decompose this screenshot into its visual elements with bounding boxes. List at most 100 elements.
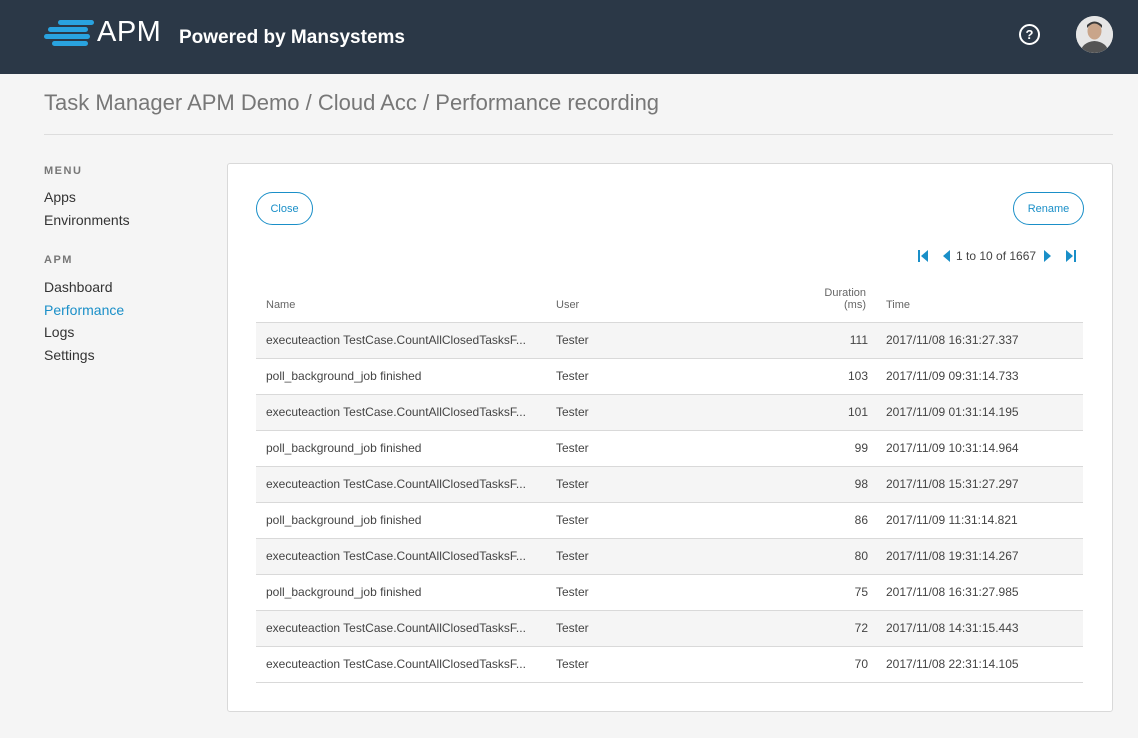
cell-duration: 80 [776, 538, 876, 575]
cell-user-text: Tester [556, 621, 589, 635]
cell-time-text: 2017/11/08 19:31:14.267 [886, 549, 1019, 563]
close-button[interactable]: Close [256, 192, 313, 225]
cell-name-text: poll_background_job finished [266, 513, 422, 527]
cell-time-text: 2017/11/08 14:31:15.443 [886, 621, 1019, 635]
cell-name: executeaction TestCase.CountAllClosedTas… [256, 322, 546, 359]
cell-name-text: executeaction TestCase.CountAllClosedTas… [266, 549, 526, 563]
last-page-icon[interactable] [1066, 250, 1077, 262]
cell-name: executeaction TestCase.CountAllClosedTas… [256, 394, 546, 431]
cell-user: Tester [546, 394, 776, 431]
sidebar-item-environments[interactable]: Environments [44, 212, 130, 228]
cell-time: 2017/11/09 10:31:14.964 [876, 430, 1083, 467]
cell-name-text: executeaction TestCase.CountAllClosedTas… [266, 621, 526, 635]
sidebar-item-logs[interactable]: Logs [44, 324, 74, 340]
user-avatar-icon [1076, 16, 1113, 53]
cell-duration-text: 80 [854, 549, 868, 563]
cell-user-text: Tester [556, 441, 589, 455]
cell-duration-text: 72 [854, 621, 868, 635]
cell-user: Tester [546, 538, 776, 575]
column-header-duration[interactable]: Duration (ms) [776, 276, 876, 323]
table-row[interactable]: poll_background_job finished Tester 86 2017… [256, 502, 1083, 539]
column-header-user[interactable]: User [546, 276, 776, 323]
cell-name: executeaction TestCase.CountAllClosedTas… [256, 610, 546, 647]
cell-user-text: Tester [556, 333, 589, 347]
cell-time: 2017/11/08 22:31:14.105 [876, 646, 1083, 683]
divider [44, 134, 1113, 135]
cell-user-text: Tester [556, 549, 589, 563]
cell-user-text: Tester [556, 513, 589, 527]
rename-button[interactable]: Rename [1013, 192, 1084, 225]
cell-name: executeaction TestCase.CountAllClosedTas… [256, 646, 546, 683]
cell-duration-text: 70 [854, 657, 868, 671]
cell-time: 2017/11/08 15:31:27.297 [876, 466, 1083, 503]
cell-name-text: poll_background_job finished [266, 369, 422, 383]
cell-time: 2017/11/08 19:31:14.267 [876, 538, 1083, 575]
column-header-time[interactable]: Time [876, 276, 1083, 323]
cell-duration: 111 [776, 322, 876, 359]
table-header-row: Name User Duration (ms) Time [256, 276, 1083, 323]
duration-header-line2: (ms) [844, 298, 866, 311]
cell-duration-text: 75 [854, 585, 868, 599]
next-page-icon[interactable] [1044, 250, 1052, 262]
cell-duration: 99 [776, 430, 876, 467]
table-body: executeaction TestCase.CountAllClosedTas… [256, 322, 1083, 683]
sidebar-item-performance[interactable]: Performance [44, 302, 124, 318]
sidebar-heading-apm: APM [44, 254, 73, 266]
cell-user-text: Tester [556, 369, 589, 383]
performance-table: Name User Duration (ms) Time executeacti… [256, 276, 1083, 683]
apm-logo-icon[interactable] [44, 18, 94, 46]
cell-duration: 103 [776, 358, 876, 395]
cell-name: poll_background_job finished [256, 502, 546, 539]
cell-user: Tester [546, 358, 776, 395]
previous-page-icon[interactable] [943, 250, 950, 262]
cell-time-text: 2017/11/08 16:31:27.985 [886, 585, 1019, 599]
cell-time: 2017/11/08 16:31:27.337 [876, 322, 1083, 359]
cell-duration-text: 99 [854, 441, 868, 455]
sidebar-item-settings[interactable]: Settings [44, 347, 95, 363]
table-row[interactable]: executeaction TestCase.CountAllClosedTas… [256, 610, 1083, 647]
cell-duration: 101 [776, 394, 876, 431]
table-row[interactable]: executeaction TestCase.CountAllClosedTas… [256, 646, 1083, 683]
cell-user: Tester [546, 322, 776, 359]
column-header-name[interactable]: Name [256, 276, 546, 323]
help-icon[interactable]: ? [1019, 24, 1040, 45]
cell-duration: 98 [776, 466, 876, 503]
cell-duration: 70 [776, 646, 876, 683]
table-row[interactable]: poll_background_job finished Tester 103 201… [256, 358, 1083, 395]
table-row[interactable]: poll_background_job finished Tester 99 2017… [256, 430, 1083, 467]
cell-name: executeaction TestCase.CountAllClosedTas… [256, 538, 546, 575]
first-page-icon[interactable] [918, 250, 928, 262]
sidebar-item-apps[interactable]: Apps [44, 189, 76, 205]
cell-name-text: executeaction TestCase.CountAllClosedTas… [266, 405, 526, 419]
cell-name-text: poll_background_job finished [266, 585, 422, 599]
cell-time-text: 2017/11/08 22:31:14.105 [886, 657, 1019, 671]
cell-user-text: Tester [556, 657, 589, 671]
cell-time-text: 2017/11/08 16:31:27.337 [886, 333, 1019, 347]
cell-user: Tester [546, 466, 776, 503]
table-row[interactable]: executeaction TestCase.CountAllClosedTas… [256, 538, 1083, 575]
brand-tagline: Powered by Mansystems [179, 27, 405, 48]
cell-duration-text: 103 [847, 369, 868, 383]
cell-name: poll_background_job finished [256, 430, 546, 467]
cell-time-text: 2017/11/08 15:31:27.297 [886, 477, 1019, 491]
cell-user-text: Tester [556, 585, 589, 599]
cell-user-text: Tester [556, 405, 589, 419]
brand-title[interactable]: APM [97, 16, 161, 49]
table-row[interactable]: executeaction TestCase.CountAllClosedTas… [256, 394, 1083, 431]
cell-time-text: 2017/11/09 11:31:14.821 [886, 513, 1018, 527]
table-row[interactable]: poll_background_job finished Tester 75 2017… [256, 574, 1083, 611]
cell-name-text: poll_background_job finished [266, 441, 422, 455]
cell-time: 2017/11/09 01:31:14.195 [876, 394, 1083, 431]
pager: 1 to 10 of 1667 [918, 248, 1077, 264]
avatar[interactable] [1076, 16, 1113, 53]
cell-name: poll_background_job finished [256, 358, 546, 395]
sidebar-item-dashboard[interactable]: Dashboard [44, 279, 113, 295]
cell-duration-text: 98 [854, 477, 868, 491]
cell-time-text: 2017/11/09 10:31:14.964 [886, 441, 1019, 455]
table-row[interactable]: executeaction TestCase.CountAllClosedTas… [256, 466, 1083, 503]
cell-time-text: 2017/11/09 09:31:14.733 [886, 369, 1019, 383]
cell-time: 2017/11/09 11:31:14.821 [876, 502, 1083, 539]
cell-duration-text: 101 [847, 405, 868, 419]
table-row[interactable]: executeaction TestCase.CountAllClosedTas… [256, 322, 1083, 359]
cell-duration: 86 [776, 502, 876, 539]
